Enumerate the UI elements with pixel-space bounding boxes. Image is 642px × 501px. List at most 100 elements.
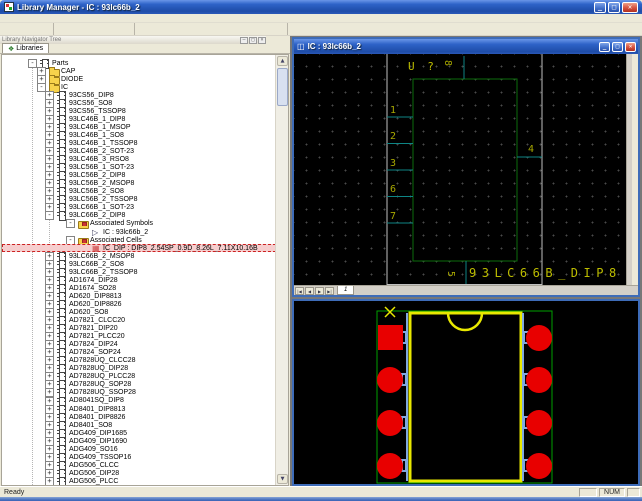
tree-item[interactable]: IC : 93lc66b_2: [2, 228, 276, 236]
next-sheet-icon[interactable]: ▶: [315, 287, 324, 295]
tree-item[interactable]: + AD7828UQ_SSOP28: [2, 389, 276, 397]
tree-item[interactable]: + 93LC46B_1_MSOP: [2, 123, 276, 131]
draw-pad-icon[interactable]: [120, 23, 132, 35]
tree-item[interactable]: + ADG506_CLCC: [2, 461, 276, 469]
tree-item[interactable]: + AD620_SO8: [2, 308, 276, 316]
highlight-icon[interactable]: [225, 23, 237, 35]
tree-item[interactable]: + AD1674_SO28: [2, 284, 276, 292]
update-all-icon[interactable]: [177, 23, 189, 35]
tree-item[interactable]: + ADG409_DIP1685: [2, 429, 276, 437]
tree-item[interactable]: + ADG409_SO16: [2, 445, 276, 453]
tree-item[interactable]: + 93CS56_TSSOP8: [2, 107, 276, 115]
menu-item-window[interactable]: [48, 14, 60, 23]
tree-item[interactable]: + ADG409_TSSOP16: [2, 453, 276, 461]
help-icon[interactable]: [294, 23, 306, 35]
tree-item[interactable]: + 93LC56B_1_SOT-23: [2, 164, 276, 172]
tree-item[interactable]: + 93LC66B_1_SOT-23: [2, 204, 276, 212]
tree-item[interactable]: - IC: [2, 83, 276, 91]
symbol-maximize-button[interactable]: □: [612, 42, 623, 52]
tree-item[interactable]: + AD8401_DIP8826: [2, 413, 276, 421]
tree-item[interactable]: + AD7828UQ_SOP28: [2, 381, 276, 389]
tree-item[interactable]: + 93LC56B_2_TSSOP8: [2, 196, 276, 204]
stats-icon[interactable]: [273, 23, 285, 35]
tree-item[interactable]: + AD7821_PLCC20: [2, 333, 276, 341]
maximize-button[interactable]: □: [608, 2, 620, 13]
tree-item[interactable]: + AD620_DIP8813: [2, 292, 276, 300]
report-icon[interactable]: [249, 23, 261, 35]
menu-item-file[interactable]: [0, 14, 12, 23]
edit-locked-icon[interactable]: [165, 23, 177, 35]
tree-item[interactable]: + 93LC46B_2_SOT-23: [2, 148, 276, 156]
library-browse-icon[interactable]: [27, 23, 39, 35]
tree-item[interactable]: + ADG506_DIP28: [2, 469, 276, 477]
first-sheet-icon[interactable]: |◀: [295, 287, 304, 295]
refresh-document-icon[interactable]: [39, 23, 51, 35]
tree-item[interactable]: + AD8401_SO8: [2, 421, 276, 429]
expand-toggle-icon[interactable]: +: [45, 477, 54, 485]
menu-item-help[interactable]: [60, 14, 72, 23]
symbol-close-button[interactable]: ✕: [625, 42, 636, 52]
scroll-down-icon[interactable]: ▼: [277, 474, 288, 484]
tree-item[interactable]: + AD7821_DIP20: [2, 325, 276, 333]
tree-item[interactable]: + 93CS56_DIP8: [2, 91, 276, 99]
prev-sheet-icon[interactable]: ◀: [305, 287, 314, 295]
sheet-tab[interactable]: 1: [337, 286, 354, 295]
pin-grid-icon[interactable]: [84, 23, 96, 35]
open-library-icon[interactable]: [15, 23, 27, 35]
tree-item[interactable]: + 93LC56B_2_MSOP8: [2, 180, 276, 188]
export-icon[interactable]: [201, 23, 213, 35]
verify-icon[interactable]: [72, 23, 84, 35]
new-document-icon[interactable]: [3, 23, 15, 35]
tree-item[interactable]: + AD620_DIP8826: [2, 300, 276, 308]
tree-item[interactable]: + AD7828UQ_CLCC28: [2, 357, 276, 365]
tree-scrollbar[interactable]: ▲ ▼: [275, 55, 288, 485]
monitor-icon[interactable]: [189, 23, 201, 35]
run-tool-icon[interactable]: [237, 23, 249, 35]
tab-libraries[interactable]: ❖ Libraries: [2, 43, 49, 53]
pane-restore-icon[interactable]: □: [249, 37, 257, 44]
symbol-vertical-scrollbar[interactable]: [626, 54, 632, 285]
scrollbar-thumb[interactable]: [277, 68, 288, 106]
tree-item[interactable]: + AD7828UQ_PLCC28: [2, 373, 276, 381]
schematic-canvas[interactable]: 1 2 3 6 7 4 8 5 U ? 93LC66B_DIP8: [294, 54, 632, 285]
tree-item[interactable]: + 93LC56B_2_DIP8: [2, 172, 276, 180]
tree-item[interactable]: + AD7824_DIP24: [2, 341, 276, 349]
tree-item[interactable]: + AD7824_SOP24: [2, 349, 276, 357]
tree-item[interactable]: + 93CS56_SO8: [2, 99, 276, 107]
symbol-minimize-button[interactable]: _: [599, 42, 610, 52]
tree-item[interactable]: IC_DIP : DIP8_2.54SP_0.9D_8.26L_7.11X10.…: [2, 244, 276, 252]
tree-item[interactable]: + 93LC66B_2_SO8: [2, 260, 276, 268]
color-grid-icon[interactable]: [60, 23, 72, 35]
tree-item[interactable]: + 93LC46B_1_DIP8: [2, 115, 276, 123]
tree-item[interactable]: + 93LC46B_3_RSO8: [2, 156, 276, 164]
minimize-button[interactable]: _: [594, 2, 606, 13]
tree-item[interactable]: + ADG506_PLCC: [2, 477, 276, 485]
tree-item[interactable]: + AD7821_CLCC20: [2, 317, 276, 325]
sync-libraries-icon[interactable]: [141, 23, 153, 35]
edit-symbol-icon[interactable]: [96, 23, 108, 35]
scroll-up-icon[interactable]: ▲: [277, 56, 288, 66]
footprint-canvas[interactable]: [294, 301, 638, 484]
last-sheet-icon[interactable]: ▶|: [325, 287, 334, 295]
tree-item[interactable]: + AD1674_DIP28: [2, 276, 276, 284]
tree-item[interactable]: + 93LC46B_1_TSSOP8: [2, 139, 276, 147]
tree-item[interactable]: - 93LC66B_2_DIP8: [2, 212, 276, 220]
tree-item[interactable]: + 93LC66B_2_MSOP8: [2, 252, 276, 260]
tree-item[interactable]: + 93LC46B_1_SO8: [2, 131, 276, 139]
wizard-icon[interactable]: [108, 23, 120, 35]
pane-close-icon[interactable]: ×: [258, 37, 266, 44]
close-button[interactable]: ✕: [622, 2, 638, 13]
tree-item[interactable]: + AD7828UQ_DIP28: [2, 365, 276, 373]
tree-item[interactable]: - Associated Symbols: [2, 220, 276, 228]
tree-item[interactable]: + 93LC66B_2_TSSOP8: [2, 268, 276, 276]
tree-item[interactable]: + AD8041SQ_DIP8: [2, 397, 276, 405]
tree-item[interactable]: - Associated Cells: [2, 236, 276, 244]
tree-item[interactable]: + ADG409_DIP1690: [2, 437, 276, 445]
menu-item-view[interactable]: [12, 14, 24, 23]
menu-item-setup[interactable]: [24, 14, 36, 23]
tree-item[interactable]: + AD8401_DIP8813: [2, 405, 276, 413]
edit-part-icon[interactable]: [153, 23, 165, 35]
tree-item[interactable]: + 93LC56B_2_SO8: [2, 188, 276, 196]
annotate-icon[interactable]: [213, 23, 225, 35]
menu-item-tools[interactable]: [36, 14, 48, 23]
